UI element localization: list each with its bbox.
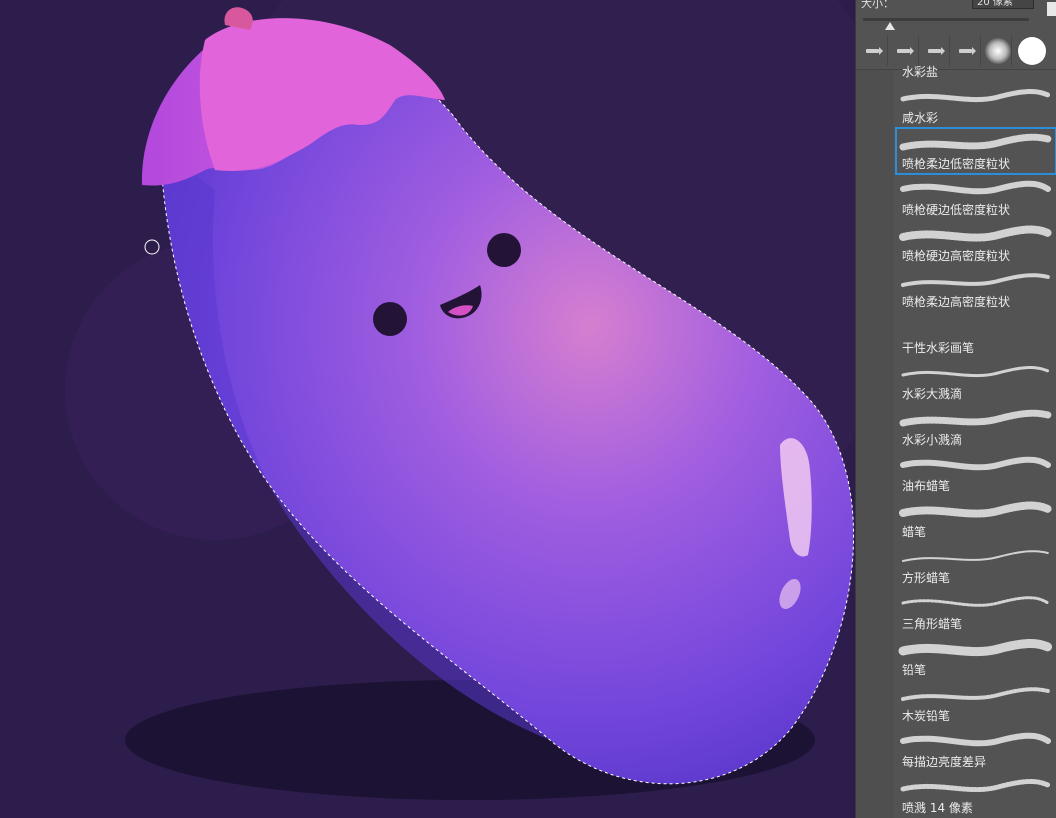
brush-presets-panel: 大小： 20 像素 水彩盐咸水彩喷枪柔边低密度粒状 喷枪硬边低密度粒状 喷枪硬边高密… — [855, 0, 1056, 818]
brush-preset-item[interactable]: 木炭铅笔 — [896, 680, 1056, 726]
charcoal-pencil-icon — [901, 687, 1050, 701]
brush-preset-label: 喷溅 14 像素 — [902, 801, 973, 815]
square-crayon-icon — [902, 550, 1049, 562]
brush-preset-item[interactable]: 水彩小溅滴 — [896, 404, 1056, 450]
brush-preset-item[interactable]: 喷枪硬边低密度粒状 — [896, 174, 1056, 220]
spray-soft-high-icon — [901, 273, 1050, 287]
brush-preset-item[interactable]: 铅笔 — [896, 634, 1056, 680]
brush-preset-label: 喷枪硬边高密度粒状 — [902, 249, 1011, 263]
document-canvas[interactable] — [0, 0, 855, 818]
brush-preset-item[interactable]: 喷枪柔边高密度粒状 — [896, 266, 1056, 312]
brush-preset-item[interactable]: 喷枪柔边低密度粒状 — [895, 127, 1056, 175]
brush-size-label: 大小： — [861, 0, 894, 10]
brush-preset-item[interactable]: 咸水彩 — [896, 82, 1056, 128]
brush-preset-label: 咸水彩 — [902, 111, 939, 125]
pencil-icon — [898, 639, 1053, 657]
brush-tip[interactable] — [858, 36, 888, 66]
triangle-crayon-icon — [901, 596, 1050, 607]
brush-preset-label: 水彩小溅滴 — [902, 433, 963, 447]
brush-size-input[interactable]: 20 像素 — [972, 0, 1034, 9]
brush-preset-item[interactable]: 喷溅 14 像素 — [896, 772, 1056, 818]
spray-hard-high-icon — [899, 225, 1052, 242]
brush-size-row: 大小： 20 像素 — [856, 0, 1056, 12]
brush-preset-label: 水彩盐 — [902, 65, 939, 79]
brush-size-slider[interactable] — [863, 18, 1029, 21]
splatter-small-icon — [899, 409, 1052, 427]
brush-preset-label: 铅笔 — [902, 663, 927, 677]
brush-preset-item[interactable]: 蜡笔 — [896, 496, 1056, 542]
brush-preset-item[interactable]: 喷枪硬边高密度粒状 — [896, 220, 1056, 266]
brush-preset-item[interactable]: 三角形蜡笔 — [896, 588, 1056, 634]
brush-preset-label: 油布蜡笔 — [902, 479, 951, 493]
brush-preset-label: 喷枪柔边低密度粒状 — [902, 157, 1011, 171]
brush-preset-item[interactable]: 水彩盐 — [896, 36, 1056, 82]
splatter-14-icon — [900, 779, 1051, 793]
brush-preset-label: 水彩大溅滴 — [902, 387, 963, 401]
brush-preset-label: 干性水彩画笔 — [902, 341, 975, 355]
splatter-large-icon — [901, 366, 1050, 378]
panel-gutter — [856, 70, 894, 818]
brush-preset-item[interactable]: 干性水彩画笔 — [896, 312, 1056, 358]
brush-cursor-icon — [144, 239, 160, 255]
brush-preset-item[interactable]: 水彩大溅滴 — [896, 358, 1056, 404]
watercolor-salt-icon — [900, 89, 1051, 103]
crayon-icon — [899, 501, 1052, 518]
eggplant-illustration — [65, 0, 855, 800]
brush-preset-item[interactable]: 每描边亮度差异 — [896, 726, 1056, 772]
spray-soft-low-icon — [899, 133, 1052, 151]
brush-preset-label: 喷枪柔边高密度粒状 — [902, 295, 1011, 309]
panel-menu-icon[interactable] — [1047, 2, 1056, 16]
brush-preset-item[interactable]: 油布蜡笔 — [896, 450, 1056, 496]
brush-preset-label: 方形蜡笔 — [902, 571, 951, 585]
brightness-variation-icon — [900, 732, 1051, 747]
eggplant-stem — [224, 7, 253, 30]
brush-preset-label: 三角形蜡笔 — [902, 617, 963, 631]
brush-preset-label: 喷枪硬边低密度粒状 — [902, 203, 1011, 217]
brush-preset-item[interactable]: 方形蜡笔 — [896, 542, 1056, 588]
brush-size-slider-thumb[interactable] — [885, 22, 895, 30]
eggplant-eye-left — [373, 302, 407, 336]
brush-preset-label: 木炭铅笔 — [902, 709, 951, 723]
brush-preset-label: 蜡笔 — [902, 525, 927, 539]
oil-crayon-icon — [900, 456, 1051, 471]
brush-preset-label: 每描边亮度差异 — [902, 755, 987, 769]
eggplant-eye-right — [487, 233, 521, 267]
spray-hard-low-icon — [900, 180, 1051, 195]
brush-tip-arrow-icon — [866, 47, 883, 55]
